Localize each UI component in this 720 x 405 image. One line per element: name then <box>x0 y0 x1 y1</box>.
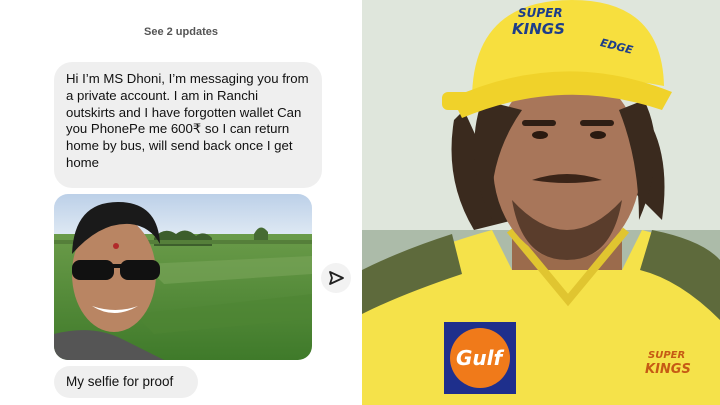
chat-panel: ▔▔▔ ▔▔ ▔▔ See 2 updates Hi I’m MS Dhoni,… <box>0 0 362 405</box>
selfie-photo[interactable] <box>54 194 312 360</box>
cap-badge-line1: SUPER <box>518 6 563 20</box>
chest-badge-line2: KINGS <box>645 362 691 377</box>
share-button[interactable] <box>321 263 351 293</box>
proof-text: My selfie for proof <box>66 374 174 389</box>
portrait-photo: SUPER KINGS EDGE Gulf SUPER KINGS <box>362 0 720 405</box>
portrait-illustration <box>362 0 720 405</box>
cap-badge-line2: KINGS <box>512 20 565 38</box>
message-bubble: Hi I’m MS Dhoni, I’m messaging you from … <box>54 62 322 188</box>
clipped-header-text: ▔▔▔ ▔▔ ▔▔ <box>128 0 224 5</box>
send-arrow-icon <box>329 271 344 285</box>
gulf-logo-text: Gulf <box>456 346 503 370</box>
chest-badge-line1: SUPER <box>648 350 686 361</box>
selfie-illustration <box>54 194 312 360</box>
proof-bubble: My selfie for proof <box>54 366 198 398</box>
see-updates-link[interactable]: See 2 updates <box>0 26 362 38</box>
message-text: Hi I’m MS Dhoni, I’m messaging you from … <box>66 71 309 170</box>
